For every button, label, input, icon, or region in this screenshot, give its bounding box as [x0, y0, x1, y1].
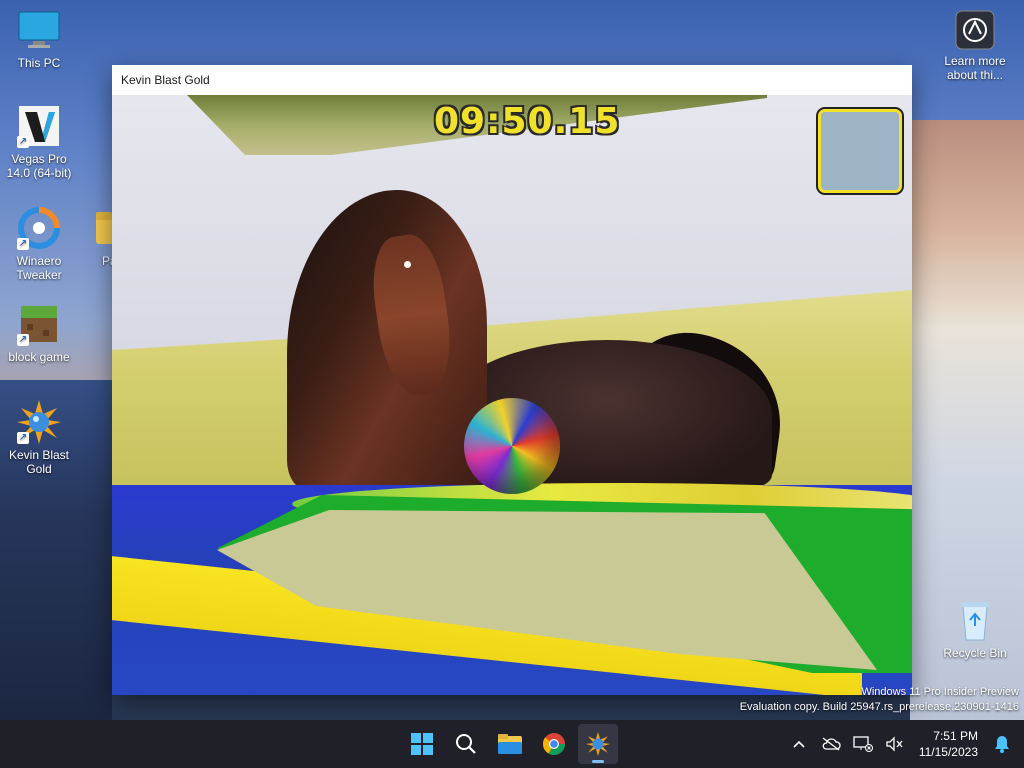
game-timer: 09:50.15 [434, 101, 621, 142]
game-window[interactable]: Kevin Blast Gold 09:50.15 [112, 65, 912, 695]
desktop-icon-this-pc[interactable]: This PC [4, 8, 74, 70]
desktop-icon-block-game[interactable]: ↗ block game [4, 302, 74, 364]
folder-icon [498, 734, 522, 754]
cloud-off-icon [822, 737, 841, 751]
shortcut-arrow-icon: ↗ [17, 136, 29, 148]
desktop-icon-vegas-pro[interactable]: ↗ Vegas Pro 14.0 (64-bit) [4, 104, 74, 180]
horse-eye [404, 261, 411, 268]
taskbar-apps [402, 724, 618, 764]
windows-logo-icon [411, 733, 433, 755]
chevron-up-icon [793, 740, 805, 748]
notifications-button[interactable] [988, 728, 1016, 760]
player-ball [464, 398, 560, 494]
onedrive-tray-button[interactable] [817, 728, 845, 760]
desktop-icon-label: Winaero Tweaker [16, 254, 62, 282]
windows-watermark: Windows 11 Pro Insider Preview Evaluatio… [740, 685, 1019, 715]
system-tray: 7:51 PM 11/15/2023 [785, 720, 1016, 768]
network-disconnected-icon [853, 736, 873, 752]
volume-tray-button[interactable] [881, 728, 909, 760]
watermark-edition: Windows 11 Pro Insider Preview [861, 686, 1019, 698]
desktop-icon-label: Vegas Pro 14.0 (64-bit) [6, 152, 72, 180]
camera-icon [955, 10, 995, 50]
desktop-icon-label: Learn more about thi... [944, 54, 1006, 82]
taskbar: 7:51 PM 11/15/2023 [0, 720, 1024, 768]
desktop-icon-label: block game [8, 350, 70, 364]
monitor-icon [17, 8, 61, 52]
search-button[interactable] [446, 724, 486, 764]
desktop-icon-recycle-bin[interactable]: Recycle Bin [940, 598, 1010, 660]
sunburst-icon [586, 732, 610, 756]
desktop-icon-label: Recycle Bin [943, 646, 1007, 660]
minimap-panel [816, 107, 904, 195]
network-tray-button[interactable] [849, 728, 877, 760]
winaero-icon: ↗ [17, 206, 61, 250]
shortcut-arrow-icon: ↗ [17, 238, 29, 250]
desktop-icon-label: This PC [17, 56, 61, 70]
clock-date: 11/15/2023 [918, 745, 978, 759]
desktop-icon-label: Kevin Blast Gold [8, 448, 70, 476]
show-hidden-icons-button[interactable] [785, 728, 813, 760]
watermark-build: Evaluation copy. Build 25947.rs_prerelea… [739, 701, 1019, 713]
search-icon [456, 734, 476, 754]
desktop-icon-label: Pa [102, 254, 112, 268]
grass-block-icon: ↗ [17, 302, 61, 346]
taskbar-clock[interactable]: 7:51 PM 11/15/2023 [913, 728, 984, 760]
clock-time: 7:51 PM [933, 729, 978, 743]
shortcut-arrow-icon: ↗ [17, 432, 29, 444]
desktop-icon-winaero-tweaker[interactable]: ↗ Winaero Tweaker [4, 206, 74, 282]
desktop-icon-kevin-blast-gold[interactable]: ↗ Kevin Blast Gold [4, 400, 74, 476]
volume-muted-icon [886, 736, 903, 752]
start-button[interactable] [402, 724, 442, 764]
desktop-icon-learn-more[interactable]: Learn more about thi... [940, 10, 1010, 82]
shortcut-arrow-icon: ↗ [17, 334, 29, 346]
vegas-icon: ↗ [17, 104, 61, 148]
kevin-blast-gold-taskbar-button[interactable] [578, 724, 618, 764]
chrome-button[interactable] [534, 724, 574, 764]
game-viewport[interactable]: 09:50.15 [112, 95, 912, 695]
folder-icon [94, 206, 112, 250]
file-explorer-button[interactable] [490, 724, 530, 764]
desktop-icon-partial[interactable]: Pa [76, 206, 112, 268]
window-title: Kevin Blast Gold [121, 73, 210, 87]
chrome-icon [542, 733, 565, 755]
recycle-bin-icon [953, 598, 997, 642]
sunburst-icon: ↗ [17, 400, 61, 444]
bell-icon [995, 736, 1009, 753]
window-titlebar[interactable]: Kevin Blast Gold [112, 65, 912, 95]
